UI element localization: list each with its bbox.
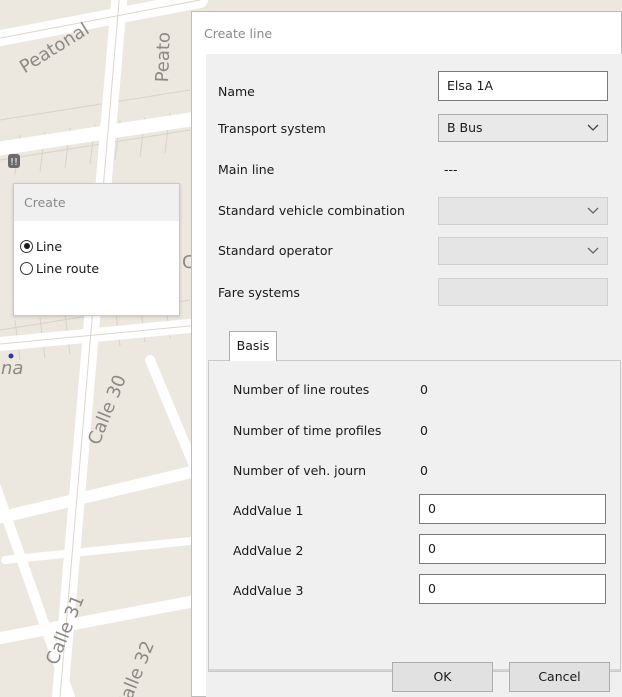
- ok-button[interactable]: OK: [392, 662, 493, 692]
- addvalue-2-input[interactable]: 0: [419, 534, 606, 564]
- radio-line-label: Line: [36, 238, 63, 254]
- operator-select[interactable]: [438, 237, 608, 265]
- transport-system-label: Transport system: [218, 121, 326, 136]
- transport-system-value: B Bus: [447, 120, 483, 135]
- main-line-label: Main line: [218, 162, 275, 177]
- name-input[interactable]: Elsa 1A: [438, 71, 608, 101]
- radio-icon[interactable]: [20, 261, 33, 275]
- tab-panel-basis: Number of line routes 0 Number of time p…: [208, 360, 621, 672]
- chevron-down-icon: [587, 207, 599, 214]
- name-label: Name: [218, 84, 255, 99]
- screen: !! Peatonal Peato Calle 30 Calle 31 Call…: [0, 0, 622, 697]
- addvalue-1-input[interactable]: 0: [419, 494, 606, 524]
- chevron-down-icon: [587, 247, 599, 254]
- veh-journ-count-value: 0: [420, 463, 428, 478]
- vehicle-combination-label: Standard vehicle combination: [218, 203, 405, 218]
- chevron-down-icon: [587, 124, 599, 131]
- addvalue-3-label: AddValue 3: [233, 583, 304, 598]
- addvalue-2-label: AddValue 2: [233, 543, 304, 558]
- svg-text:!!: !!: [10, 157, 18, 168]
- fare-systems-label: Fare systems: [218, 285, 300, 300]
- vehicle-combination-select[interactable]: [438, 197, 608, 225]
- main-line-value: ---: [444, 162, 458, 177]
- dialog-title: Create line: [204, 26, 273, 41]
- radio-line-route-label: Line route: [36, 260, 100, 276]
- radio-icon[interactable]: [20, 239, 33, 253]
- dialog-body: Name Elsa 1A Transport system B Bus Main…: [206, 54, 622, 697]
- radio-line[interactable]: Line: [20, 236, 62, 256]
- create-line-dialog: Create line Name Elsa 1A Transport syste…: [191, 11, 622, 697]
- radio-line-route[interactable]: Line route: [20, 258, 99, 278]
- tab-basis[interactable]: Basis: [229, 331, 277, 361]
- line-routes-count-value: 0: [420, 382, 428, 397]
- veh-journ-count-label: Number of veh. journ: [233, 463, 367, 478]
- cancel-button[interactable]: Cancel: [509, 662, 610, 692]
- addvalue-1-label: AddValue 1: [233, 503, 304, 518]
- create-panel: Create Line Line route: [13, 183, 180, 316]
- map-street-label: na: [1, 358, 24, 379]
- create-panel-title: Create: [14, 184, 179, 221]
- time-profiles-count-value: 0: [420, 423, 428, 438]
- line-routes-count-label: Number of line routes: [233, 382, 370, 397]
- time-profiles-count-label: Number of time profiles: [233, 423, 382, 438]
- map-street-label: Peato: [152, 31, 175, 83]
- addvalue-3-input[interactable]: 0: [419, 574, 606, 604]
- fare-systems-field[interactable]: [438, 278, 608, 306]
- transport-system-select[interactable]: B Bus: [438, 114, 608, 142]
- operator-label: Standard operator: [218, 243, 333, 258]
